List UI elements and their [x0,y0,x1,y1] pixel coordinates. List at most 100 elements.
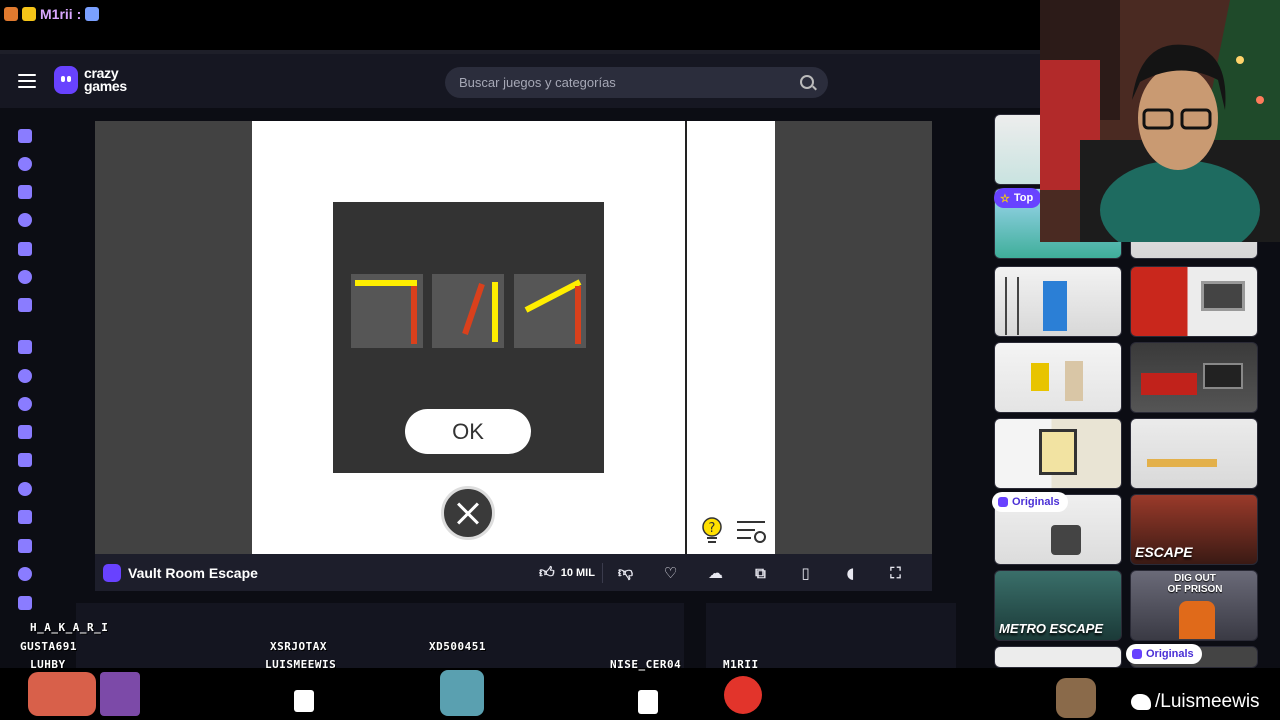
game-thumb[interactable] [994,646,1122,668]
ok-button[interactable]: OK [405,409,531,454]
close-puzzle-icon[interactable] [441,486,495,540]
top-tag-label: Top [1013,192,1034,204]
originals-icon[interactable] [18,270,32,284]
monitor [1201,281,1245,311]
adventure-icon[interactable] [18,369,32,383]
ostrich-sprite-icon [1056,678,1096,718]
trending-icon[interactable] [18,213,32,227]
viewer-name: LUISMEEWIS [265,658,337,671]
beauty-icon[interactable] [18,425,32,439]
originals-tag-label: Originals [1012,496,1060,508]
game-thumb[interactable]: METRO ESCAPE [994,570,1122,641]
embed-icon: ⧉ [755,563,766,582]
embed-button[interactable]: ⧉ [738,554,783,591]
mobile-button[interactable]: ▯ [783,554,828,591]
fullscreen-icon: ⛶ [890,563,901,582]
thumbs-up-icon: 👍︎ [539,563,555,581]
screen: M1rii : crazy games Buscar juegos y cate… [0,0,1280,720]
recent-icon[interactable] [18,157,32,171]
game-thumb[interactable] [1130,418,1258,489]
chat-badge-icon [4,7,18,21]
puzzle-tile-3[interactable] [514,274,586,348]
game-scene-right [687,121,775,554]
like-button[interactable]: 👍︎ 10 MIL [532,554,602,591]
updated-icon[interactable] [18,242,32,256]
window [1039,429,1077,475]
site-header: crazy games [0,54,1040,108]
puzzle-tile-2[interactable] [432,274,504,348]
basketball-icon[interactable] [18,397,32,411]
ad-slot-left [76,603,684,668]
game-thumb[interactable] [1130,266,1258,337]
prison-title-line-1: DIG OUT [1174,573,1216,584]
car-icon[interactable] [18,539,32,553]
game-frame[interactable]: OK ? [95,121,932,554]
menu-icon[interactable] [18,74,36,88]
crazygames-logo[interactable]: crazy games [54,66,127,94]
cloud-save-button[interactable]: ☁ [693,554,738,591]
thumbs-down-icon: 👎︎ [617,563,634,581]
game-thumb[interactable]: DIG OUT OF PRISON [1130,570,1258,641]
crown-badge-icon [22,7,36,21]
box-sprite-icon [638,690,658,714]
game-thumb[interactable] [1130,342,1258,413]
logo-text: crazy games [84,66,127,94]
search-input[interactable] [459,75,779,90]
cool-icon[interactable] [18,510,32,524]
game-actions: 👍︎ 10 MIL 👎︎ ♡ ☁ ⧉ ▯ ◖ ⛶ [532,554,918,591]
webcam-feed [1040,0,1280,242]
game-thumb[interactable] [994,266,1122,337]
scene-divider [685,121,687,554]
action-icon[interactable] [18,340,32,354]
game-logo-icon [103,563,121,582]
controller-icon[interactable] [18,596,32,610]
prisoner [1179,601,1215,639]
bike-icon[interactable] [18,453,32,467]
robot-sprite-icon [440,670,484,716]
new-icon[interactable] [18,185,32,199]
phone-icon: ▯ [801,563,810,582]
feedback-button[interactable]: ◖ [828,554,873,591]
settings-menu-icon[interactable] [737,519,767,545]
originals-icon [1132,649,1142,659]
game-toolbar: Vault Room Escape 👍︎ 10 MIL 👎︎ ♡ ☁ ⧉ ▯ ◖… [95,554,932,591]
chat-message: M1rii : [4,4,100,24]
multiplayer-icon[interactable] [18,298,32,312]
viewer-name: GUSTA691 [20,640,77,653]
puzzle-tile-1[interactable] [351,274,423,348]
lightbulb-hint-icon[interactable]: ? [702,517,722,547]
top-tag: ☆ Top [994,188,1042,208]
game-thumb[interactable] [994,418,1122,489]
viewer-name: H_A_K_A_R_I [30,621,109,634]
desk-monitor [1203,363,1243,389]
game-thumb[interactable]: ESCAPE [1130,494,1258,565]
originals-tag: Originals [992,492,1068,512]
fullscreen-button[interactable]: ⛶ [873,554,918,591]
speaker-icon: ◖ [846,563,855,582]
prison-title-line-2: OF PRISON [1167,584,1223,595]
ghost-sprite-icon [294,690,314,712]
clicker-icon[interactable] [18,482,32,496]
logo-icon [54,66,78,94]
svg-text:?: ? [709,521,716,536]
lock-puzzle-panel: OK [333,202,604,473]
tile-1-bars [355,280,417,344]
twitter-handle: /Luismeewis [1131,691,1260,713]
favorite-button[interactable]: ♡ [648,554,693,591]
chat-username: M1rii : [40,6,82,22]
search-bar[interactable] [445,67,828,98]
search-icon[interactable] [800,75,814,89]
elevator-door [1043,281,1067,331]
dislike-button[interactable]: 👎︎ [603,554,648,591]
logo-line-2: games [84,78,127,94]
driving-icon[interactable] [18,567,32,581]
game-thumb[interactable] [994,342,1122,413]
viewer-name: LUHBY [30,658,66,671]
originals-tag: Originals [1126,644,1202,664]
like-count: 10 MIL [560,566,595,579]
ladder [1005,277,1019,335]
dragon-sprite-icon [28,672,96,716]
emote-icon [85,7,100,21]
home-icon[interactable] [18,129,32,143]
office-chair [1051,525,1081,555]
